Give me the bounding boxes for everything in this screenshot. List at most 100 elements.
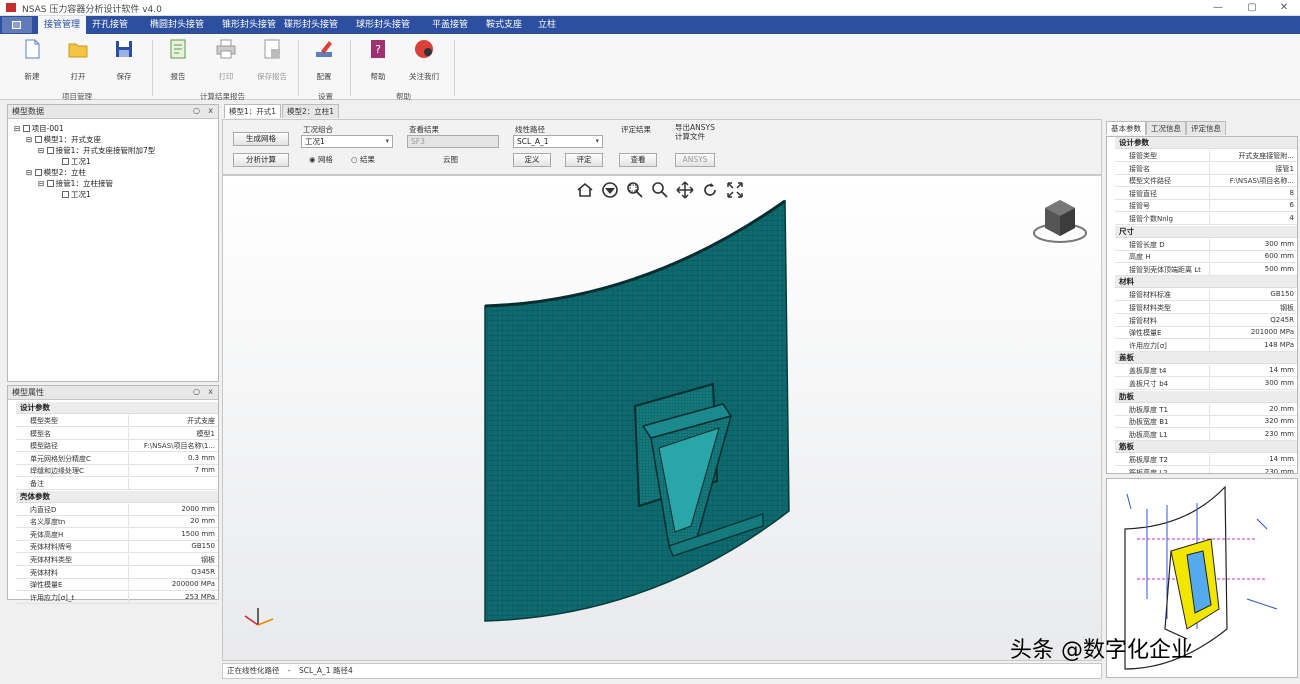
define-button[interactable]: 定义	[513, 153, 551, 167]
props-row[interactable]: 接管材料 Q245R	[1115, 314, 1297, 327]
props-section[interactable]: 壳体参数	[16, 490, 218, 503]
props-row[interactable]: 壳体高度H 1500 mm	[16, 528, 218, 541]
props-section[interactable]: 盖板	[1115, 352, 1297, 365]
props-row[interactable]: 焊缝和边缘处理C 7 mm	[16, 465, 218, 478]
props-section[interactable]: 尺寸	[1115, 225, 1297, 238]
props-row[interactable]: 高度 H 600 mm	[1115, 251, 1297, 264]
menu-nozzle-manage[interactable]: 接管管理	[38, 16, 87, 34]
props-row[interactable]: 接管名 接管1	[1115, 162, 1297, 175]
props-row[interactable]: 名义厚度tn 20 mm	[16, 516, 218, 529]
menu-cone-head[interactable]: 锥形封头接管	[222, 16, 276, 34]
view-result-select[interactable]: SF3	[407, 135, 499, 148]
props-row[interactable]: 内直径D 2000 mm	[16, 503, 218, 516]
rotate-icon[interactable]	[701, 181, 719, 199]
mesh-radio[interactable]: ◉ 网格	[309, 154, 333, 165]
save-button[interactable]: 保存	[104, 38, 144, 82]
props-row[interactable]: 接管材料标准 GB150	[1115, 289, 1297, 302]
home-icon[interactable]	[576, 181, 594, 199]
about-button[interactable]: 关注我们	[404, 38, 444, 82]
analyze-button[interactable]: 分析计算	[233, 153, 289, 167]
result-radio[interactable]: ○ 结果	[351, 154, 375, 165]
save-report-button[interactable]: 保存报告	[252, 38, 292, 82]
tab-basic-params[interactable]: 基本参数	[1106, 121, 1146, 135]
zoom-window-icon[interactable]	[626, 181, 644, 199]
fit-icon[interactable]	[726, 181, 744, 199]
props-row[interactable]: 接管直径 8	[1115, 187, 1297, 200]
props-row[interactable]: 模型路径 F:\NSAS\项目名称\1...	[16, 440, 218, 453]
view-cube[interactable]	[1033, 200, 1087, 243]
props-row[interactable]: 盖板尺寸 b4 300 mm	[1115, 378, 1297, 390]
props-row[interactable]: 筋板厚度 T2 14 mm	[1115, 454, 1297, 467]
tree-item[interactable]: ⊟ 项目-001	[14, 123, 64, 134]
props-row[interactable]: 接管材料类型 钢板	[1115, 302, 1297, 314]
props-row[interactable]: 接管号 6	[1115, 200, 1297, 213]
menu-sphere-head[interactable]: 球形封头接管	[356, 16, 410, 34]
props-section[interactable]: 设计参数	[1115, 137, 1297, 149]
tree-item[interactable]: 工况1	[62, 189, 91, 200]
maximize-button[interactable]: ▢	[1240, 0, 1264, 16]
props-row[interactable]: 肋板宽度 B1 320 mm	[1115, 416, 1297, 429]
config-button[interactable]: 配置	[304, 38, 344, 82]
checkbox[interactable]	[62, 191, 69, 198]
print-button[interactable]: 打印	[206, 38, 246, 82]
props-section[interactable]: 筋板	[1115, 441, 1297, 454]
view-icon[interactable]	[601, 181, 619, 199]
tab-model2[interactable]: 模型2：立柱1	[282, 104, 340, 118]
props-row[interactable]: 接管个数Nnlg 4	[1115, 213, 1297, 225]
path-select[interactable]: SCL_A_1 ▾	[513, 135, 603, 148]
tree-item[interactable]: ⊟ 接管1：开式支座接管附加7型	[38, 145, 155, 156]
props-row[interactable]: 筋板高度 L2 230 mm	[1115, 467, 1297, 473]
props-section[interactable]: 设计参数	[16, 402, 218, 414]
props-row[interactable]: 单元网格划分精度C 0.3 mm	[16, 452, 218, 465]
evaluate-button[interactable]: 评定	[565, 153, 603, 167]
tree-item[interactable]: ⊟ 模型1：开式支座	[26, 134, 101, 145]
props-row[interactable]: 模型类型 开式支座	[16, 415, 218, 427]
menu-opening-nozzle[interactable]: 开孔接管	[92, 16, 128, 34]
props-row[interactable]: 肋板高度 L1 230 mm	[1115, 428, 1297, 441]
report-button[interactable]: 报告	[158, 38, 198, 82]
mesh-button[interactable]: 生成网格	[233, 132, 289, 146]
props-row[interactable]: 肋板厚度 T1 20 mm	[1115, 403, 1297, 416]
case-select[interactable]: 工况1 ▾	[301, 135, 393, 148]
props-row[interactable]: 接管到壳体顶端距离 Lt 500 mm	[1115, 263, 1297, 276]
ansys-button[interactable]: ANSYS	[675, 153, 715, 167]
checkbox[interactable]	[22, 125, 30, 132]
props-row[interactable]: 接管长度 D 300 mm	[1115, 238, 1297, 251]
new-button[interactable]: 新建	[12, 38, 52, 82]
props-row[interactable]: 备注	[16, 478, 218, 490]
props-section[interactable]: 肋板	[1115, 390, 1297, 403]
tree-item[interactable]: 工况1	[62, 156, 91, 167]
tab-case-info[interactable]: 工况信息	[1146, 121, 1186, 135]
tree-item[interactable]: ⊟ 接管1：立柱接管	[38, 178, 113, 189]
props-section[interactable]: 材料	[1115, 276, 1297, 289]
pan-icon[interactable]	[676, 181, 694, 199]
props-row[interactable]: 接管类型 开式支座接管附...	[1115, 150, 1297, 162]
props-row[interactable]: 模型名 模型1	[16, 427, 218, 440]
pin-icon[interactable]: ○	[193, 106, 200, 115]
menu-dish-head[interactable]: 碟形封头接管	[284, 16, 338, 34]
close-button[interactable]: ✕	[1272, 0, 1296, 16]
help-button[interactable]: ? 帮助	[358, 38, 398, 82]
props-row[interactable]: 弹性模量E 200000 MPa	[16, 579, 218, 592]
menu-flat-cover[interactable]: 平盖接管	[432, 16, 468, 34]
checkbox[interactable]	[46, 180, 54, 187]
props-row[interactable]: 许用应力[σ]_t 253 MPa	[16, 591, 218, 604]
checkbox[interactable]	[34, 136, 42, 143]
props-row[interactable]: 壳体材料 Q345R	[16, 566, 218, 579]
props-row[interactable]: 壳体材料牌号 GB150	[16, 541, 218, 554]
tree-item[interactable]: ⊟ 模型2：立柱	[26, 167, 86, 178]
zoom-icon[interactable]	[651, 181, 669, 199]
tab-model1[interactable]: 模型1：开式1	[224, 104, 282, 118]
props-row[interactable]: 模型文件路径 F:\NSAS\项目名称...	[1115, 175, 1297, 188]
minimize-button[interactable]: —	[1206, 0, 1230, 16]
view-button[interactable]: 查看	[619, 153, 657, 167]
open-button[interactable]: 打开	[58, 38, 98, 82]
props-row[interactable]: 许用应力[σ] 148 MPa	[1115, 339, 1297, 352]
3d-viewport[interactable]	[222, 175, 1102, 661]
close-icon[interactable]: x	[208, 106, 213, 115]
menu-saddle[interactable]: 鞍式支座	[486, 16, 522, 34]
close-icon[interactable]: x	[208, 387, 213, 396]
tab-eval-info[interactable]: 评定信息	[1186, 121, 1226, 135]
menu-column[interactable]: 立柱	[538, 16, 556, 34]
checkbox[interactable]	[34, 169, 42, 176]
